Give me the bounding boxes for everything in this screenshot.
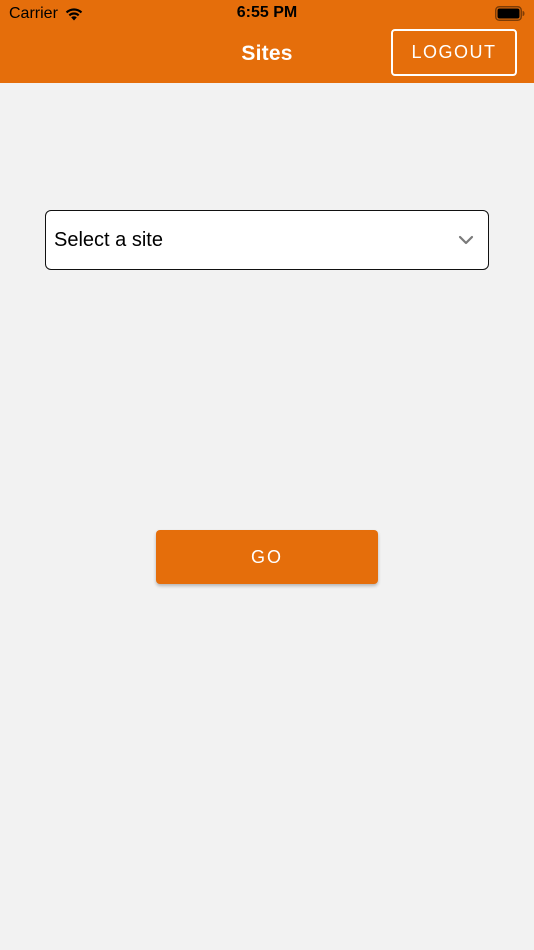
go-button[interactable]: GO bbox=[156, 530, 378, 584]
logout-button[interactable]: LOGOUT bbox=[391, 29, 517, 76]
chevron-down-icon bbox=[458, 235, 474, 245]
battery-icon bbox=[495, 6, 525, 21]
site-select[interactable]: Select a site bbox=[45, 210, 489, 270]
status-bar: Carrier 6:55 PM bbox=[0, 0, 534, 28]
status-time: 6:55 PM bbox=[236, 4, 298, 21]
header-bar: Carrier 6:55 PM Sites LOGOUT bbox=[0, 0, 534, 83]
site-select-value: Select a site bbox=[54, 228, 163, 251]
